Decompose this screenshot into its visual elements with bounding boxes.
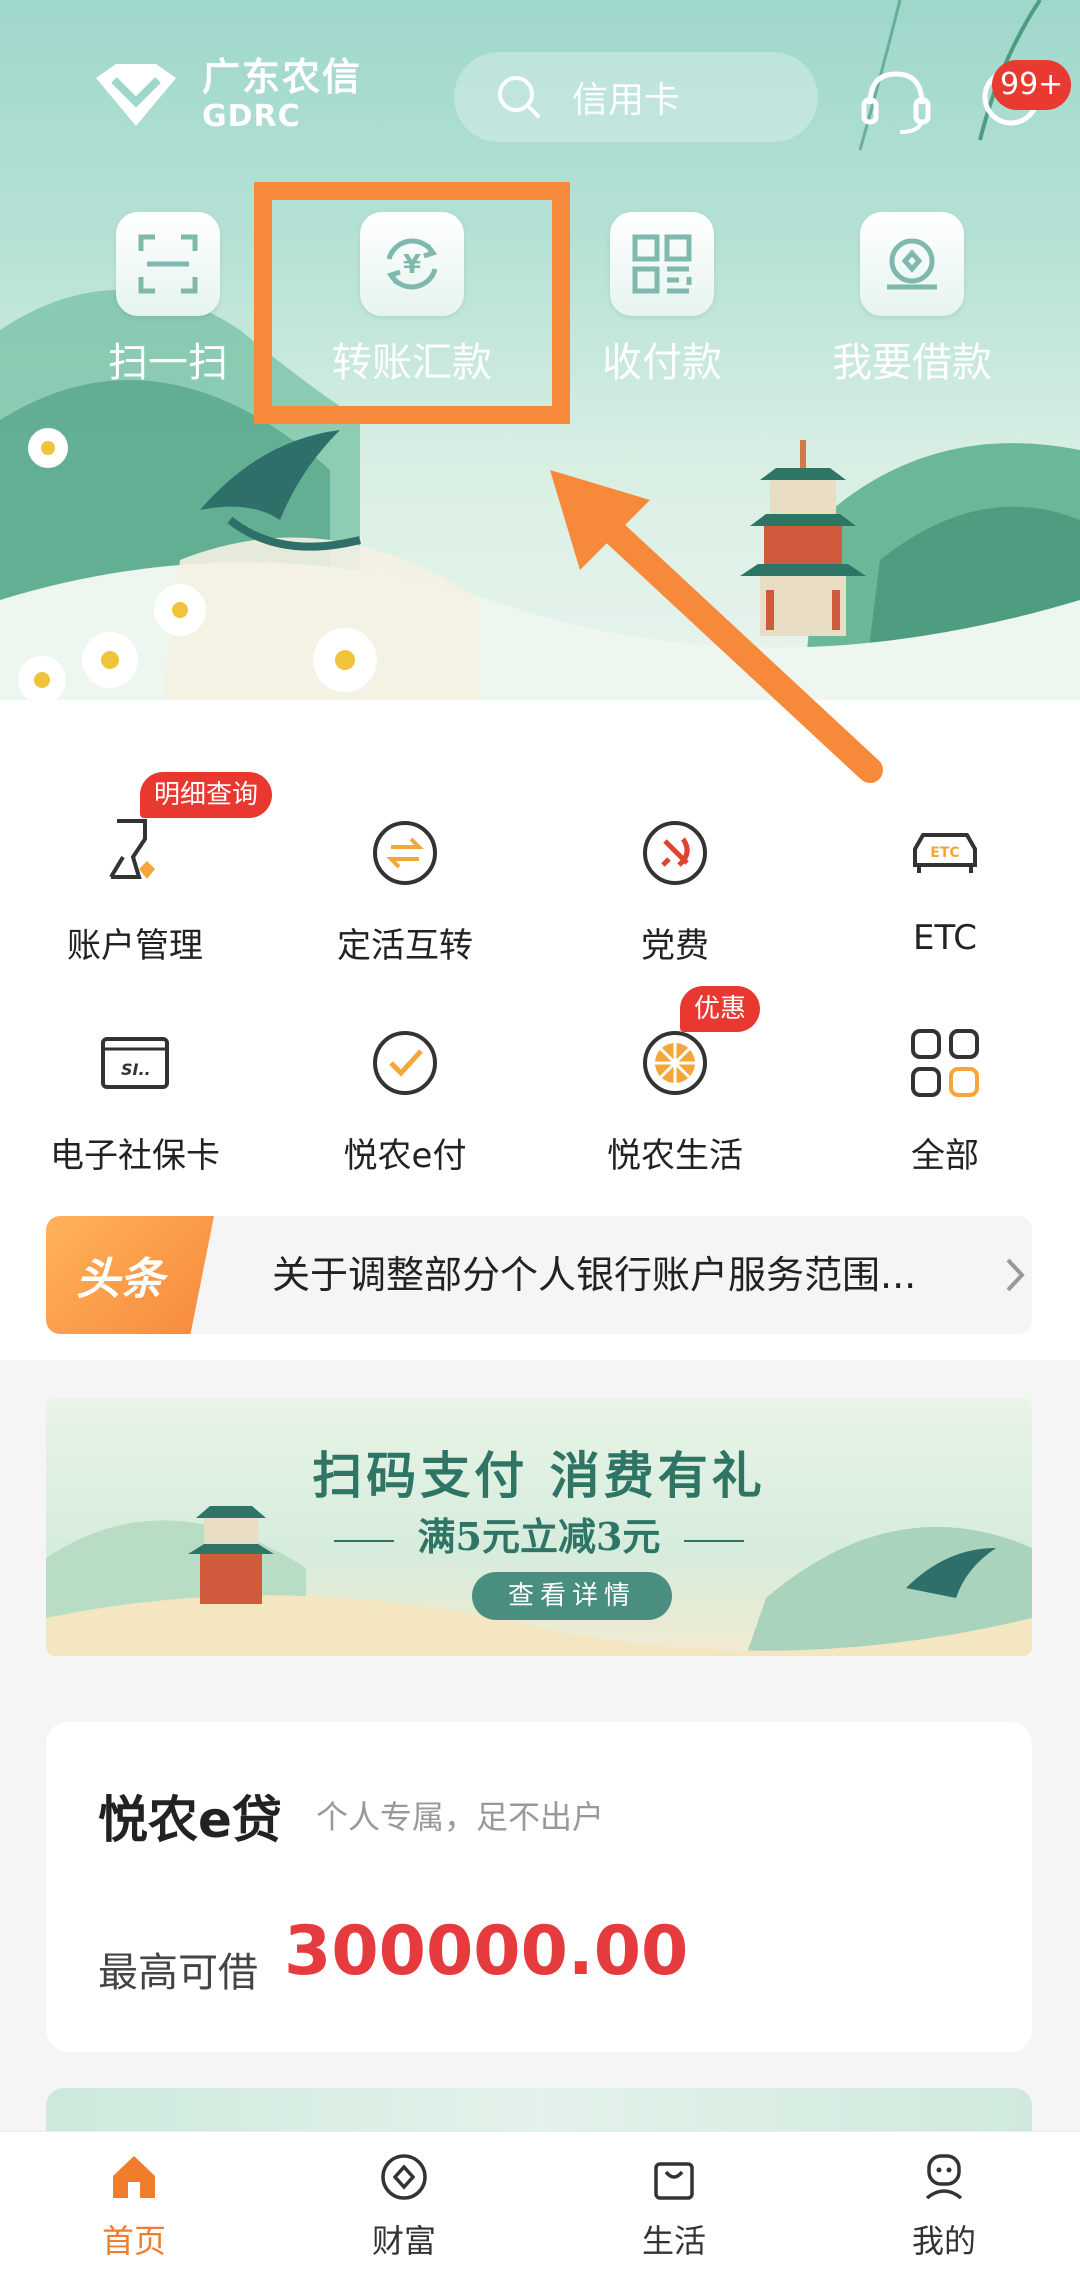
search-bar[interactable]: 信用卡 bbox=[454, 52, 818, 142]
service-label: 账户管理 bbox=[67, 926, 203, 966]
loan-title: 悦农e贷 bbox=[98, 1791, 282, 1849]
grid-all-icon bbox=[902, 1020, 988, 1106]
tab-home[interactable]: 首页 bbox=[44, 2150, 224, 2262]
service-label: 定活互转 bbox=[337, 926, 473, 966]
account-icon bbox=[92, 810, 178, 896]
customer-service-icon[interactable] bbox=[858, 62, 934, 138]
quick-action-receive-pay[interactable]: 收付款 bbox=[562, 212, 762, 388]
exchange-icon bbox=[362, 810, 448, 896]
service-fixed-demand-transfer[interactable]: 定活互转 bbox=[280, 810, 530, 967]
tab-label: 首页 bbox=[101, 2222, 166, 2260]
chevron-right-icon bbox=[1006, 1258, 1025, 1292]
logo-english-name: GDRC bbox=[202, 99, 301, 134]
social-security-card-icon: SI.. bbox=[92, 1020, 178, 1106]
headline-text: 关于调整部分个人银行账户服务范围... bbox=[272, 1253, 917, 1297]
service-party-fee[interactable]: 党费 bbox=[550, 810, 800, 967]
message-count-badge: 99+ bbox=[992, 60, 1072, 110]
service-label: 党费 bbox=[641, 926, 709, 966]
discount-badge: 优惠 bbox=[680, 986, 761, 1032]
promo-title: 扫码支付 消费有礼 bbox=[312, 1446, 766, 1505]
headline-news-bar[interactable]: 头条 关于调整部分个人银行账户服务范围... bbox=[46, 1216, 1032, 1334]
tab-wealth[interactable]: 财富 bbox=[314, 2150, 494, 2262]
quick-action-loan[interactable]: 我要借款 bbox=[812, 212, 1012, 388]
service-etc[interactable]: ETC ETC bbox=[820, 810, 1070, 958]
annotation-arrow-icon bbox=[550, 470, 883, 783]
life-icon bbox=[632, 1020, 718, 1106]
tab-label: 财富 bbox=[371, 2222, 436, 2260]
service-label: 电子社保卡 bbox=[50, 1136, 220, 1176]
service-social-security-card[interactable]: SI.. 电子社保卡 bbox=[10, 1020, 260, 1177]
party-fee-icon bbox=[632, 810, 718, 896]
logo-chinese-name: 广东农信 bbox=[202, 55, 363, 99]
shopping-bag-icon bbox=[654, 2162, 694, 2200]
promo-details-button[interactable]: 查看详情 bbox=[472, 1572, 672, 1620]
detail-query-badge: 明细查询 bbox=[140, 772, 273, 818]
promo-banner[interactable]: 扫码支付 消费有礼 满5元立减3元 查看详情 bbox=[46, 1398, 1032, 1656]
quick-action-scan[interactable]: 扫一扫 bbox=[68, 212, 268, 388]
loan-subtitle: 个人专属，足不出户 bbox=[316, 1798, 605, 1836]
service-epay[interactable]: 悦农e付 bbox=[280, 1020, 530, 1177]
quick-action-label: 收付款 bbox=[602, 340, 722, 386]
service-label: 全部 bbox=[911, 1136, 979, 1176]
tab-label: 生活 bbox=[641, 2222, 706, 2260]
service-account-management[interactable]: 账户管理 bbox=[10, 810, 260, 967]
tab-label: 我的 bbox=[911, 2222, 976, 2260]
tab-life[interactable]: 生活 bbox=[584, 2150, 764, 2262]
promo-subtitle: 满5元立减3元 bbox=[46, 1506, 1032, 1561]
service-label: ETC bbox=[913, 918, 977, 958]
headline-tag: 头条 bbox=[46, 1216, 214, 1334]
service-label: 悦农e付 bbox=[343, 1136, 467, 1176]
search-placeholder: 信用卡 bbox=[572, 80, 681, 121]
quick-action-label: 扫一扫 bbox=[108, 340, 228, 386]
service-life[interactable]: 悦农生活 bbox=[550, 1020, 800, 1177]
search-icon bbox=[498, 76, 540, 118]
loan-card[interactable]: 悦农e贷 个人专属，足不出户 最高可借 300000.00 bbox=[46, 1722, 1032, 2052]
qr-code-icon bbox=[610, 212, 714, 316]
quick-action-label: 我要借款 bbox=[832, 340, 992, 386]
bank-logo: 广东农信 GDRC bbox=[88, 58, 362, 132]
loan-amount: 300000.00 bbox=[284, 1912, 689, 1991]
scan-icon bbox=[116, 212, 220, 316]
header-bar: 广东农信 GDRC 信用卡 99+ bbox=[0, 52, 1080, 142]
svg-text:ETC: ETC bbox=[930, 845, 959, 861]
gdrc-logo-icon bbox=[96, 64, 176, 126]
loan-icon bbox=[860, 212, 964, 316]
app-screen: 广东农信 GDRC 信用卡 99+ 扫一扫 ¥ 转账汇款 收付款 我要借款 账户… bbox=[0, 0, 1080, 2283]
tab-mine[interactable]: 我的 bbox=[854, 2150, 1034, 2262]
wealth-icon bbox=[381, 2154, 427, 2200]
etc-car-icon: ETC bbox=[902, 810, 988, 896]
service-label: 悦农生活 bbox=[607, 1136, 743, 1176]
bottom-tab-bar: 首页 财富 生活 我的 bbox=[0, 2131, 1080, 2283]
profile-icon bbox=[925, 2154, 963, 2200]
home-icon bbox=[113, 2156, 155, 2198]
epay-icon bbox=[362, 1020, 448, 1106]
service-all[interactable]: 全部 bbox=[820, 1020, 1070, 1177]
transfer-highlight-box bbox=[254, 182, 570, 424]
svg-text:SI..: SI.. bbox=[121, 1060, 151, 1079]
loan-max-label: 最高可借 bbox=[98, 1950, 258, 1996]
